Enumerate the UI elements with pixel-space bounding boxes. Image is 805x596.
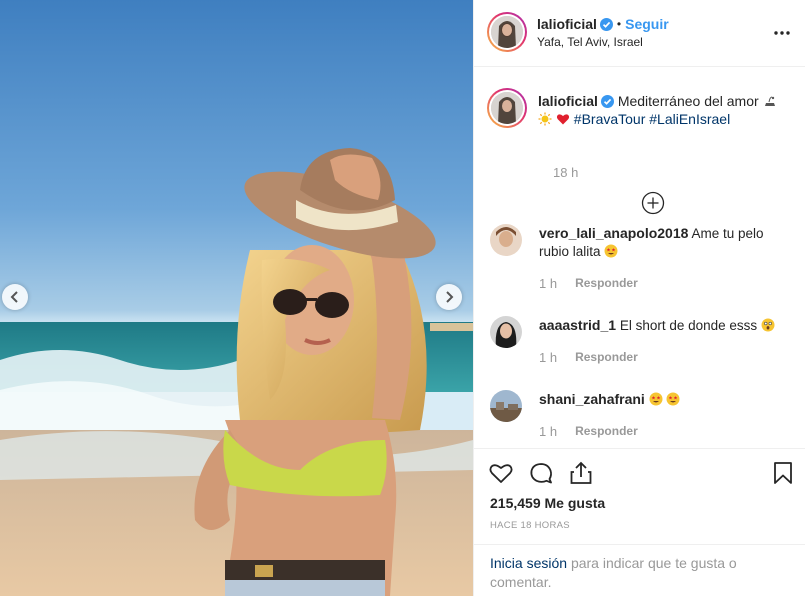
avatar-photo [491,16,523,48]
login-link[interactable]: Inicia sesión [490,555,567,571]
comments-section[interactable]: lalioficial Mediterráneo del amor #Brava… [474,68,805,448]
commenter-avatar[interactable] [490,224,522,256]
reply-button[interactable]: Responder [575,350,638,365]
post-timestamp: HACE 18 HORAS [490,520,570,531]
post-header: lalioficial • Seguir Yafa, Tel Aviv, Isr… [474,0,805,67]
next-photo-button[interactable] [436,284,462,310]
heart-emoji-icon [556,114,569,125]
comment-time: 1 h [539,424,558,439]
chevron-left-icon [10,291,18,303]
astonished-emoji-icon [761,318,775,332]
chevron-right-icon [446,291,454,303]
comment-icon[interactable] [528,460,554,486]
commenter-username[interactable]: vero_lali_anapolo2018 [539,225,688,241]
profile-avatar[interactable] [487,12,527,52]
beach-photo [0,148,473,596]
post-side-panel: lalioficial • Seguir Yafa, Tel Aviv, Isr… [473,0,805,596]
caption-text: Mediterráneo del amor [617,93,759,109]
caption-time: 18 h [553,165,579,180]
reply-button[interactable]: Responder [575,424,638,439]
more-icon[interactable] [773,24,791,42]
previous-photo-button[interactable] [2,284,28,310]
avatar-photo [491,92,523,124]
comment-time: 1 h [539,350,558,365]
commenter-avatar[interactable] [490,316,522,348]
share-icon[interactable] [568,460,594,486]
commenter-username[interactable]: shani_zahafrani [539,391,645,407]
caption-hashtags[interactable]: #BravaTour #LaliEnIsrael [574,111,730,127]
follow-button[interactable]: Seguir [625,16,669,32]
commenter-username[interactable]: aaaastrid_1 [539,317,616,333]
caption-avatar[interactable] [487,88,527,128]
heart-icon[interactable] [488,460,514,486]
sun-emoji-icon [538,112,552,126]
star-struck-emoji-icon [649,392,663,406]
likes-count[interactable]: 215,459 Me gusta [490,495,605,511]
star-struck-emoji-icon [666,392,680,406]
bookmark-icon[interactable] [770,460,796,486]
plus-circle-icon[interactable] [641,191,665,215]
star-struck-emoji-icon [604,244,618,258]
login-prompt: Inicia sesión para indicar que te gusta … [474,544,805,596]
separator-dot: • [616,17,622,31]
post-username[interactable]: lalioficial [537,16,597,32]
post-location[interactable]: Yafa, Tel Aviv, Israel [537,35,643,49]
commenter-avatar[interactable] [490,390,522,422]
verified-icon [600,95,614,108]
post-actions: 215,459 Me gusta HACE 18 HORAS Inicia se… [474,448,805,596]
verified-icon [599,17,613,31]
caption-username[interactable]: lalioficial [538,93,598,109]
post-photo[interactable] [0,0,473,596]
comment-time: 1 h [539,276,558,291]
beach-emoji-icon [764,96,775,106]
comment-text: El short de donde esss [619,318,758,333]
reply-button[interactable]: Responder [575,276,638,291]
